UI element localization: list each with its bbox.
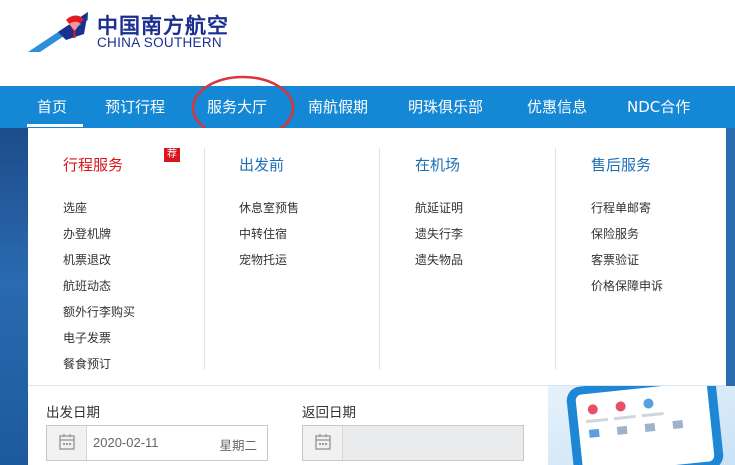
menu-link-list: 选座 办登机牌 机票退改 航班动态 额外行李购买 电子发票 餐食预订: [63, 198, 135, 380]
menu-link-itinerary-mail[interactable]: 行程单邮寄: [591, 198, 663, 224]
menu-column-title[interactable]: 出发前: [239, 154, 284, 175]
menu-link-transit-hotel[interactable]: 中转住宿: [239, 224, 299, 250]
nav-item-booking[interactable]: 预订行程: [105, 86, 165, 128]
phone-screen: [575, 386, 715, 465]
menu-link-list: 休息室预售 中转住宿 宠物托运: [239, 198, 299, 276]
service-hall-dropdown: 行程服务 荐 选座 办登机牌 机票退改 航班动态 额外行李购买 电子发票 餐食预…: [28, 128, 726, 386]
app-promo-banner[interactable]: [548, 386, 735, 465]
menu-link-list: 行程单邮寄 保险服务 客票验证 价格保障申诉: [591, 198, 663, 302]
menu-link-pet-shipping[interactable]: 宠物托运: [239, 250, 299, 276]
recommended-badge: 荐: [164, 148, 180, 162]
menu-column-divider: [555, 148, 556, 370]
menu-link-extra-baggage[interactable]: 额外行李购买: [63, 302, 135, 328]
depart-weekday: 星期二: [219, 438, 257, 453]
menu-column-divider: [379, 148, 380, 370]
brand-name-en: CHINA SOUTHERN: [97, 35, 222, 50]
booking-form: 出发日期 2020-02-11 星期二 返回日期: [28, 386, 548, 465]
menu-column-before-departure: 出发前 休息室预售 中转住宿 宠物托运: [239, 128, 389, 386]
calendar-button[interactable]: [303, 426, 343, 460]
calendar-icon: [59, 434, 75, 450]
app-screen-icons: [585, 398, 684, 438]
menu-link-insurance[interactable]: 保险服务: [591, 224, 663, 250]
menu-column-trip-services: 行程服务 荐 选座 办登机牌 机票退改 航班动态 额外行李购买 电子发票 餐食预…: [63, 128, 213, 386]
depart-date-label: 出发日期: [46, 405, 100, 421]
return-date-label: 返回日期: [302, 405, 356, 421]
menu-column-at-airport: 在机场 航延证明 遗失行李 遗失物品: [415, 128, 565, 386]
menu-link-seat-selection[interactable]: 选座: [63, 198, 135, 224]
menu-link-list: 航延证明 遗失行李 遗失物品: [415, 198, 463, 276]
phone-illustration: [565, 386, 725, 465]
nav-item-holidays[interactable]: 南航假期: [308, 86, 368, 128]
nav-item-promotions[interactable]: 优惠信息: [527, 86, 587, 128]
menu-link-meal-order[interactable]: 餐食预订: [63, 354, 135, 380]
nav-active-indicator: [27, 124, 83, 127]
hero-background: [0, 128, 28, 465]
menu-column-title[interactable]: 售后服务: [591, 154, 651, 175]
menu-link-price-guarantee[interactable]: 价格保障申诉: [591, 276, 663, 302]
menu-link-flight-status[interactable]: 航班动态: [63, 276, 135, 302]
depart-date-field[interactable]: 2020-02-11 星期二: [46, 425, 268, 461]
nav-item-home[interactable]: 首页: [37, 86, 67, 128]
menu-link-ticket-verify[interactable]: 客票验证: [591, 250, 663, 276]
menu-column-divider: [204, 148, 205, 370]
calendar-button[interactable]: [47, 426, 87, 460]
nav-item-pearl-club[interactable]: 明珠俱乐部: [408, 86, 483, 128]
return-date-field[interactable]: [302, 425, 524, 461]
kapok-flower-logo-icon[interactable]: [28, 10, 88, 52]
main-nav: 首页 预订行程 服务大厅 南航假期 明珠俱乐部 优惠信息 NDC合作: [0, 86, 735, 128]
menu-column-title[interactable]: 行程服务: [63, 154, 123, 175]
menu-link-lost-items[interactable]: 遗失物品: [415, 250, 463, 276]
menu-link-e-invoice[interactable]: 电子发票: [63, 328, 135, 354]
menu-link-refund-change[interactable]: 机票退改: [63, 250, 135, 276]
calendar-icon: [315, 434, 331, 450]
depart-date-value: 2020-02-11: [93, 435, 159, 450]
menu-link-delay-certificate[interactable]: 航延证明: [415, 198, 463, 224]
hero-background-right: [726, 128, 735, 388]
menu-column-title[interactable]: 在机场: [415, 154, 460, 175]
menu-link-check-in[interactable]: 办登机牌: [63, 224, 135, 250]
menu-link-lounge-presale[interactable]: 休息室预售: [239, 198, 299, 224]
nav-item-ndc[interactable]: NDC合作: [627, 86, 690, 128]
site-header: 中国南方航空 CHINA SOUTHERN: [0, 0, 735, 86]
menu-column-after-sales: 售后服务 行程单邮寄 保险服务 客票验证 价格保障申诉: [591, 128, 721, 386]
menu-link-lost-baggage[interactable]: 遗失行李: [415, 224, 463, 250]
